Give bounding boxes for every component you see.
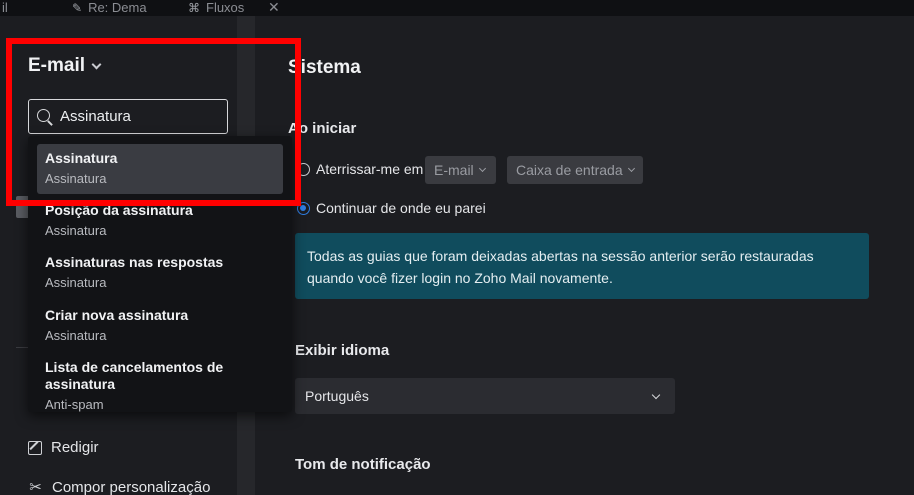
app-window: il ✎ Re: Dema ⌘ Fluxos ✕ E-mail Redigir … [0, 0, 914, 495]
sidebar-item-label: Redigir [51, 439, 99, 456]
flows-icon: ⌘ [188, 1, 200, 15]
result-title: Criar nova assinatura [45, 307, 189, 323]
result-category: Anti-spam [45, 397, 104, 412]
land-folder-select[interactable]: Caixa de entrada [507, 156, 643, 184]
select-value: Português [305, 388, 369, 404]
language-heading: Exibir idioma [295, 342, 390, 359]
result-category: Assinatura [45, 275, 107, 290]
chevron-down-icon [627, 164, 635, 173]
notification-heading: Tom de notificação [295, 456, 431, 473]
compose-icon [28, 440, 42, 455]
sidebar-item-compor-personalizacao[interactable]: ✂ Compor personalização [28, 478, 210, 495]
select-value: E-mail [434, 162, 474, 178]
search-result-item[interactable]: Lista de cancelamentos de assinatura Ant… [37, 353, 283, 412]
sidebar-item-label: Compor personalização [52, 478, 211, 495]
info-text: Todas as guias que foram deixadas aberta… [307, 248, 814, 286]
info-banner: Todas as guias que foram deixadas aberta… [295, 233, 869, 299]
tab-bar: il ✎ Re: Dema ⌘ Fluxos ✕ [0, 0, 914, 16]
highlight-box [6, 38, 301, 206]
select-value: Caixa de entrada [516, 162, 623, 178]
sidebar-item-redigir[interactable]: Redigir [28, 439, 99, 456]
tools-icon: ✂ [29, 479, 42, 495]
tab-label: il [2, 0, 8, 15]
tab-flows[interactable]: ⌘ Fluxos [188, 0, 244, 16]
radio-continue-option[interactable]: Continuar de onde eu parei [297, 200, 486, 216]
tab-label: Re: Dema [88, 0, 147, 15]
close-icon[interactable]: ✕ [268, 0, 280, 14]
search-result-item[interactable]: Criar nova assinatura Assinatura [37, 301, 283, 351]
pencil-icon: ✎ [72, 1, 83, 15]
result-title: Assinaturas nas respostas [45, 254, 224, 270]
chevron-down-icon [478, 164, 486, 173]
result-category: Assinatura [45, 223, 107, 238]
radio-label: Continuar de onde eu parei [316, 200, 486, 216]
search-result-item[interactable]: Assinaturas nas respostas Assinatura [37, 248, 283, 298]
tab-mail[interactable]: il [2, 0, 8, 16]
land-module-select[interactable]: E-mail [425, 156, 496, 184]
radio-land-option[interactable]: Aterrissar-me em [297, 161, 423, 177]
chevron-down-icon [651, 390, 661, 399]
tab-reply-draft[interactable]: ✎ Re: Dema [72, 0, 147, 16]
result-title: Lista de cancelamentos de assinatura [45, 359, 224, 392]
radio-label: Aterrissar-me em [316, 161, 424, 177]
tab-label: Fluxos [206, 0, 245, 15]
result-category: Assinatura [45, 328, 107, 343]
language-select[interactable]: Português [295, 378, 675, 414]
